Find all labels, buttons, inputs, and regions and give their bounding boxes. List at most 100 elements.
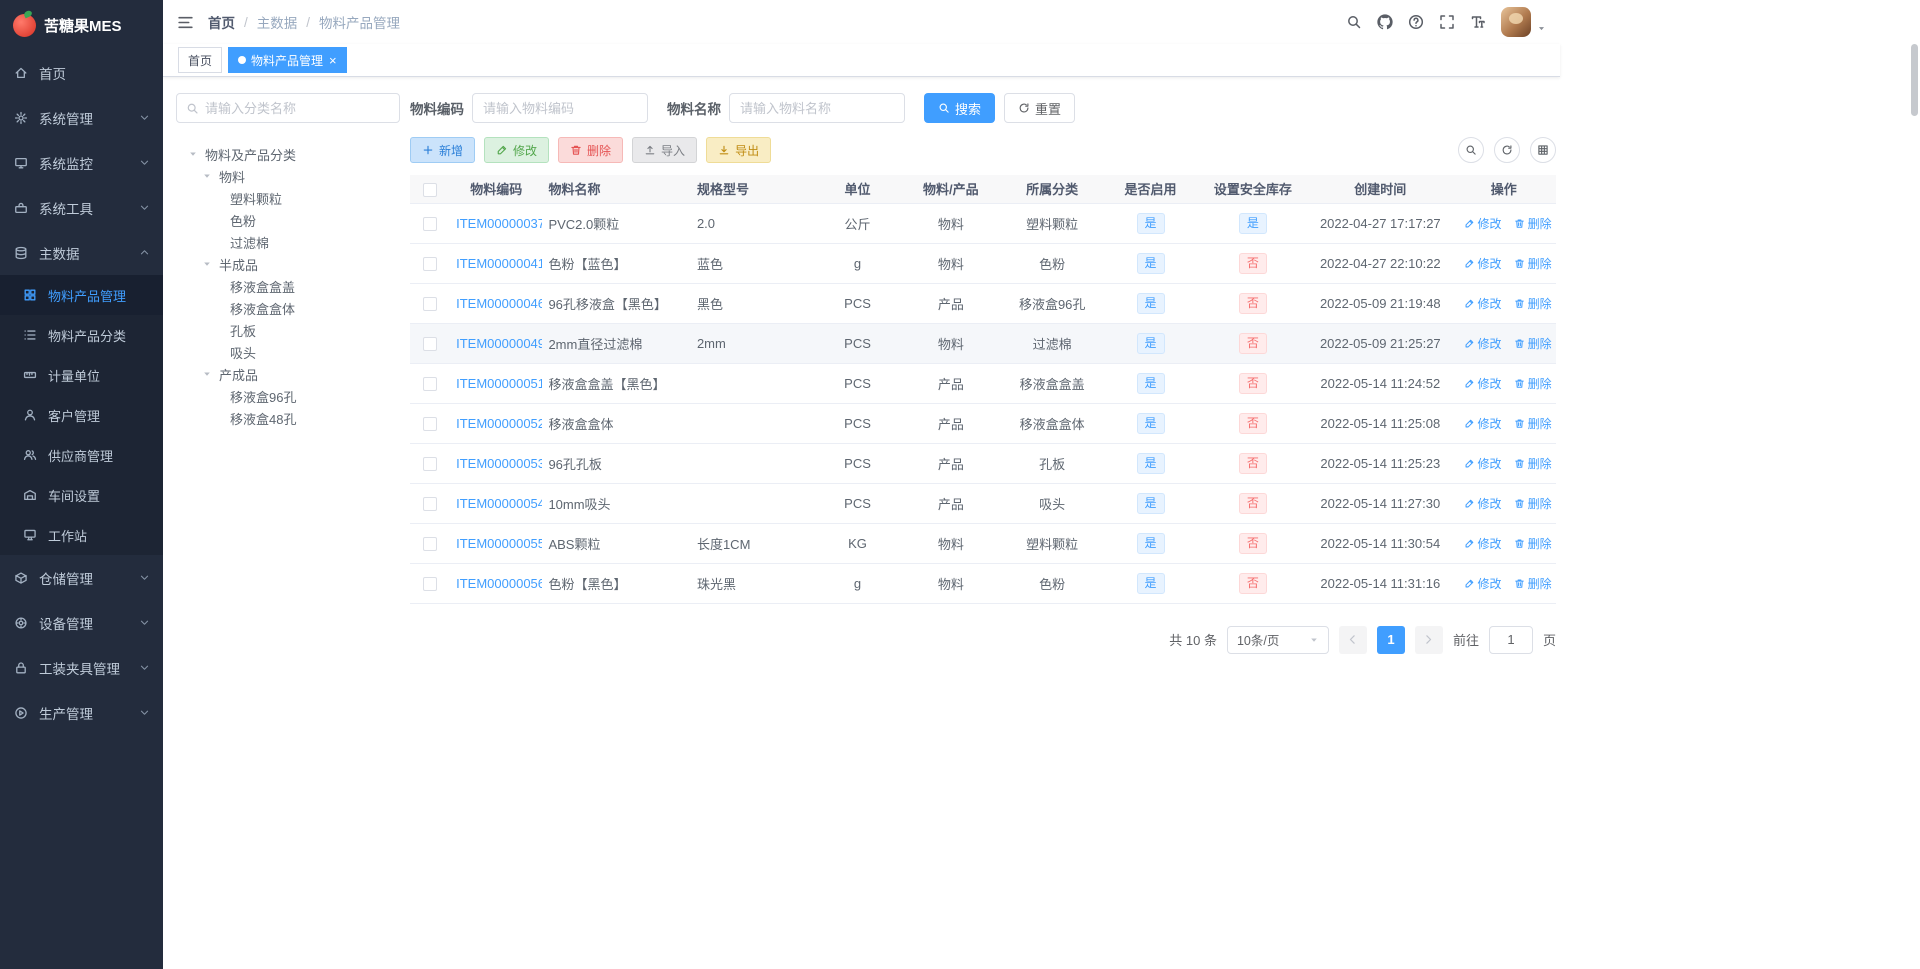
scrollbar-thumb[interactable] bbox=[1911, 44, 1918, 116]
tree-node[interactable]: 塑料颗粒 bbox=[176, 187, 400, 209]
edit-link[interactable]: 修改 bbox=[1464, 255, 1502, 272]
delete-button[interactable]: 删除 bbox=[558, 137, 624, 163]
material-code-link[interactable]: ITEM00000046 bbox=[456, 296, 542, 311]
sidebar-item[interactable]: 设备管理 bbox=[0, 600, 163, 645]
tree-node[interactable]: 孔板 bbox=[176, 319, 400, 341]
edit-button[interactable]: 修改 bbox=[484, 137, 550, 163]
tab[interactable]: 物料产品管理 × bbox=[228, 47, 347, 73]
material-code-link[interactable]: ITEM00000051 bbox=[456, 376, 542, 391]
material-code-link[interactable]: ITEM00000049 bbox=[456, 336, 542, 351]
sidebar-subitem[interactable]: 车间设置 bbox=[0, 475, 163, 515]
material-code-link[interactable]: ITEM00000055 bbox=[456, 536, 542, 551]
tree-node[interactable]: 过滤棉 bbox=[176, 231, 400, 253]
edit-link[interactable]: 修改 bbox=[1464, 535, 1502, 552]
sidebar-subitem[interactable]: 工作站 bbox=[0, 515, 163, 555]
edit-link[interactable]: 修改 bbox=[1464, 455, 1502, 472]
tree-node[interactable]: 移液盒盒盖 bbox=[176, 275, 400, 297]
page-number-button[interactable]: 1 bbox=[1376, 625, 1405, 654]
tab[interactable]: 首页 bbox=[178, 47, 223, 73]
tree-node[interactable]: 物料及产品分类 bbox=[176, 143, 400, 165]
avatar[interactable] bbox=[1501, 7, 1531, 37]
sidebar-subitem[interactable]: 供应商管理 bbox=[0, 435, 163, 475]
sidebar-item[interactable]: 主数据 bbox=[0, 230, 163, 275]
export-button[interactable]: 导出 bbox=[706, 137, 772, 163]
sidebar-item[interactable]: 系统监控 bbox=[0, 140, 163, 185]
add-button[interactable]: 新增 bbox=[410, 137, 476, 163]
caret-down-icon[interactable] bbox=[202, 369, 215, 379]
delete-link[interactable]: 删除 bbox=[1514, 255, 1552, 272]
edit-link[interactable]: 修改 bbox=[1464, 495, 1502, 512]
tree-node[interactable]: 移液盒盒体 bbox=[176, 297, 400, 319]
tree-node[interactable]: 色粉 bbox=[176, 209, 400, 231]
reset-button[interactable]: 重置 bbox=[1004, 93, 1076, 123]
sidebar-toggle-icon[interactable] bbox=[177, 14, 194, 31]
row-checkbox[interactable] bbox=[423, 496, 438, 511]
row-checkbox[interactable] bbox=[423, 216, 438, 231]
delete-link[interactable]: 删除 bbox=[1514, 575, 1552, 592]
sidebar-item[interactable]: 仓储管理 bbox=[0, 555, 163, 600]
table-search-toggle-button[interactable] bbox=[1458, 137, 1484, 163]
question-icon[interactable] bbox=[1408, 14, 1424, 30]
search-button[interactable]: 搜索 bbox=[924, 93, 996, 123]
fullscreen-icon[interactable] bbox=[1439, 14, 1455, 30]
caret-down-icon[interactable] bbox=[202, 259, 215, 269]
row-checkbox[interactable] bbox=[423, 336, 438, 351]
refresh-button[interactable] bbox=[1494, 137, 1520, 163]
import-button[interactable]: 导入 bbox=[632, 137, 698, 163]
search-icon[interactable] bbox=[1346, 14, 1362, 30]
material-code-link[interactable]: ITEM00000054 bbox=[456, 496, 542, 511]
delete-link[interactable]: 删除 bbox=[1514, 295, 1552, 312]
edit-link[interactable]: 修改 bbox=[1464, 335, 1502, 352]
tree-node[interactable]: 产成品 bbox=[176, 363, 400, 385]
app-logo[interactable]: 苦糖果MES bbox=[0, 0, 163, 50]
next-page-button[interactable] bbox=[1414, 625, 1443, 654]
delete-link[interactable]: 删除 bbox=[1514, 535, 1552, 552]
edit-link[interactable]: 修改 bbox=[1464, 375, 1502, 392]
row-checkbox[interactable] bbox=[423, 376, 438, 391]
sidebar-item[interactable]: 系统管理 bbox=[0, 95, 163, 140]
row-checkbox[interactable] bbox=[423, 456, 438, 471]
row-checkbox[interactable] bbox=[423, 536, 438, 551]
sidebar-item[interactable]: 首页 bbox=[0, 50, 163, 95]
github-icon[interactable] bbox=[1377, 14, 1393, 30]
delete-link[interactable]: 删除 bbox=[1514, 455, 1552, 472]
sidebar-item[interactable]: 生产管理 bbox=[0, 690, 163, 735]
material-code-link[interactable]: ITEM00000052 bbox=[456, 416, 542, 431]
sidebar-item[interactable]: 系统工具 bbox=[0, 185, 163, 230]
tree-node[interactable]: 半成品 bbox=[176, 253, 400, 275]
row-checkbox[interactable] bbox=[423, 416, 438, 431]
tree-node[interactable]: 吸头 bbox=[176, 341, 400, 363]
prev-page-button[interactable] bbox=[1338, 625, 1367, 654]
sidebar-subitem[interactable]: 物料产品分类 bbox=[0, 315, 163, 355]
tree-node[interactable]: 物料 bbox=[176, 165, 400, 187]
delete-link[interactable]: 删除 bbox=[1514, 415, 1552, 432]
edit-link[interactable]: 修改 bbox=[1464, 415, 1502, 432]
material-code-link[interactable]: ITEM00000037 bbox=[456, 216, 542, 231]
breadcrumb-item[interactable]: 主数据 bbox=[257, 12, 298, 32]
font-size-icon[interactable] bbox=[1470, 14, 1486, 30]
tree-node[interactable]: 移液盒96孔 bbox=[176, 385, 400, 407]
goto-page-input[interactable] bbox=[1488, 625, 1533, 654]
edit-link[interactable]: 修改 bbox=[1464, 215, 1502, 232]
caret-down-icon[interactable] bbox=[188, 149, 201, 159]
caret-down-icon[interactable] bbox=[1537, 24, 1546, 33]
tab-close-icon[interactable]: × bbox=[329, 54, 337, 67]
sidebar-item[interactable]: 工装夹具管理 bbox=[0, 645, 163, 690]
delete-link[interactable]: 删除 bbox=[1514, 215, 1552, 232]
select-all-checkbox[interactable] bbox=[423, 182, 438, 197]
material-code-link[interactable]: ITEM00000041 bbox=[456, 256, 542, 271]
edit-link[interactable]: 修改 bbox=[1464, 295, 1502, 312]
caret-down-icon[interactable] bbox=[202, 171, 215, 181]
sidebar-subitem[interactable]: 物料产品管理 bbox=[0, 275, 163, 315]
row-checkbox[interactable] bbox=[423, 256, 438, 271]
sidebar-subitem[interactable]: 计量单位 bbox=[0, 355, 163, 395]
material-code-link[interactable]: ITEM00000056 bbox=[456, 576, 542, 591]
material-code-input[interactable] bbox=[472, 93, 648, 123]
row-checkbox[interactable] bbox=[423, 576, 438, 591]
column-settings-button[interactable] bbox=[1530, 137, 1556, 163]
material-code-link[interactable]: ITEM00000053 bbox=[456, 456, 542, 471]
delete-link[interactable]: 删除 bbox=[1514, 335, 1552, 352]
edit-link[interactable]: 修改 bbox=[1464, 575, 1502, 592]
sidebar-subitem[interactable]: 客户管理 bbox=[0, 395, 163, 435]
tree-node[interactable]: 移液盒48孔 bbox=[176, 407, 400, 429]
